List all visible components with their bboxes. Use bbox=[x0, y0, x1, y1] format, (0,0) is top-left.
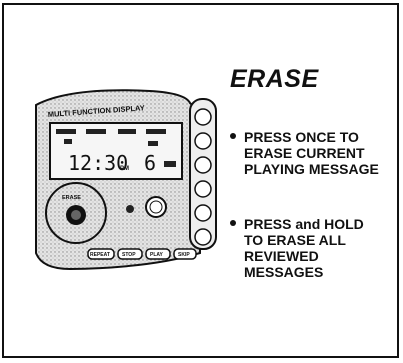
bullet-dot bbox=[230, 220, 236, 226]
clock-suffix: PM bbox=[120, 166, 129, 172]
instruction-item: PRESS and HOLD TO ERASE ALL REVIEWED MES… bbox=[230, 216, 380, 280]
instruction-item: PRESS ONCE TO ERASE CURRENT PLAYING MESS… bbox=[230, 129, 400, 177]
volume-knob[interactable] bbox=[145, 196, 167, 218]
answering-machine-illustration: MULTI FUNCTION DISPLAY 12:30 PM 6 ERASE bbox=[35, 89, 217, 271]
repeat-button-label: REPEAT bbox=[90, 252, 110, 258]
instruction-card: MULTI FUNCTION DISPLAY 12:30 PM 6 ERASE bbox=[2, 3, 399, 358]
stop-button-label: STOP bbox=[122, 252, 136, 258]
play-button-label: PLAY bbox=[150, 252, 164, 258]
section-title: ERASE bbox=[230, 65, 319, 93]
message-count: 6 bbox=[144, 151, 156, 175]
erase-dial-label: ERASE bbox=[62, 195, 81, 201]
bullet-dot bbox=[230, 133, 236, 139]
instruction-text: PRESS ONCE TO ERASE CURRENT PLAYING MESS… bbox=[244, 129, 379, 177]
skip-button-label: SKIP bbox=[178, 252, 190, 258]
instruction-text: PRESS and HOLD TO ERASE ALL REVIEWED MES… bbox=[244, 216, 364, 280]
